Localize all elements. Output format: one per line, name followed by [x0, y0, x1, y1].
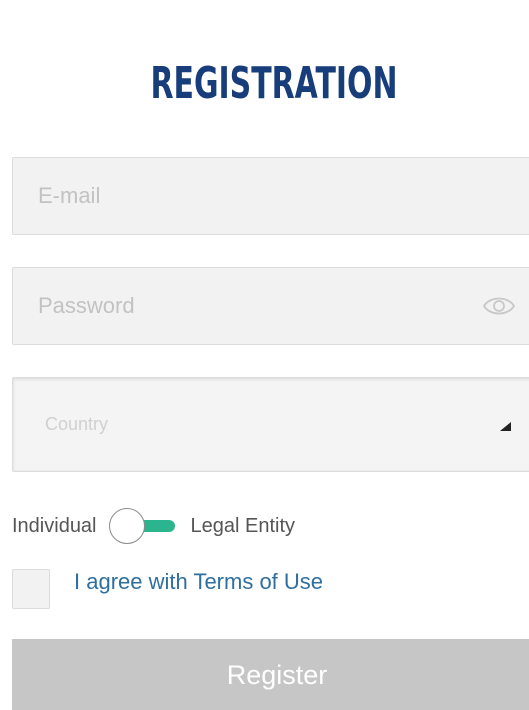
- terms-checkbox[interactable]: [12, 569, 50, 609]
- email-field[interactable]: [12, 157, 529, 235]
- password-field[interactable]: [12, 267, 529, 345]
- password-input[interactable]: [13, 268, 529, 344]
- email-input[interactable]: [13, 158, 529, 234]
- country-select[interactable]: Country: [12, 377, 529, 472]
- entity-type-toggle[interactable]: [108, 508, 179, 544]
- toggle-knob[interactable]: [108, 508, 145, 544]
- caret-down-icon: [500, 422, 511, 431]
- entity-type-toggle-row: Individual Legal Entity: [12, 508, 295, 544]
- toggle-label-individual: Individual: [12, 514, 97, 537]
- country-select-value: Country: [45, 414, 109, 434]
- page-title: REGISTRATION: [150, 58, 398, 109]
- eye-icon[interactable]: [482, 293, 516, 319]
- terms-row: I agree with Terms of Use: [12, 569, 323, 609]
- register-button[interactable]: Register: [12, 639, 529, 710]
- toggle-label-legal-entity: Legal Entity: [190, 514, 296, 537]
- terms-link[interactable]: I agree with Terms of Use: [74, 569, 323, 595]
- registration-page: REGISTRATION Country Individual Legal En…: [0, 0, 529, 710]
